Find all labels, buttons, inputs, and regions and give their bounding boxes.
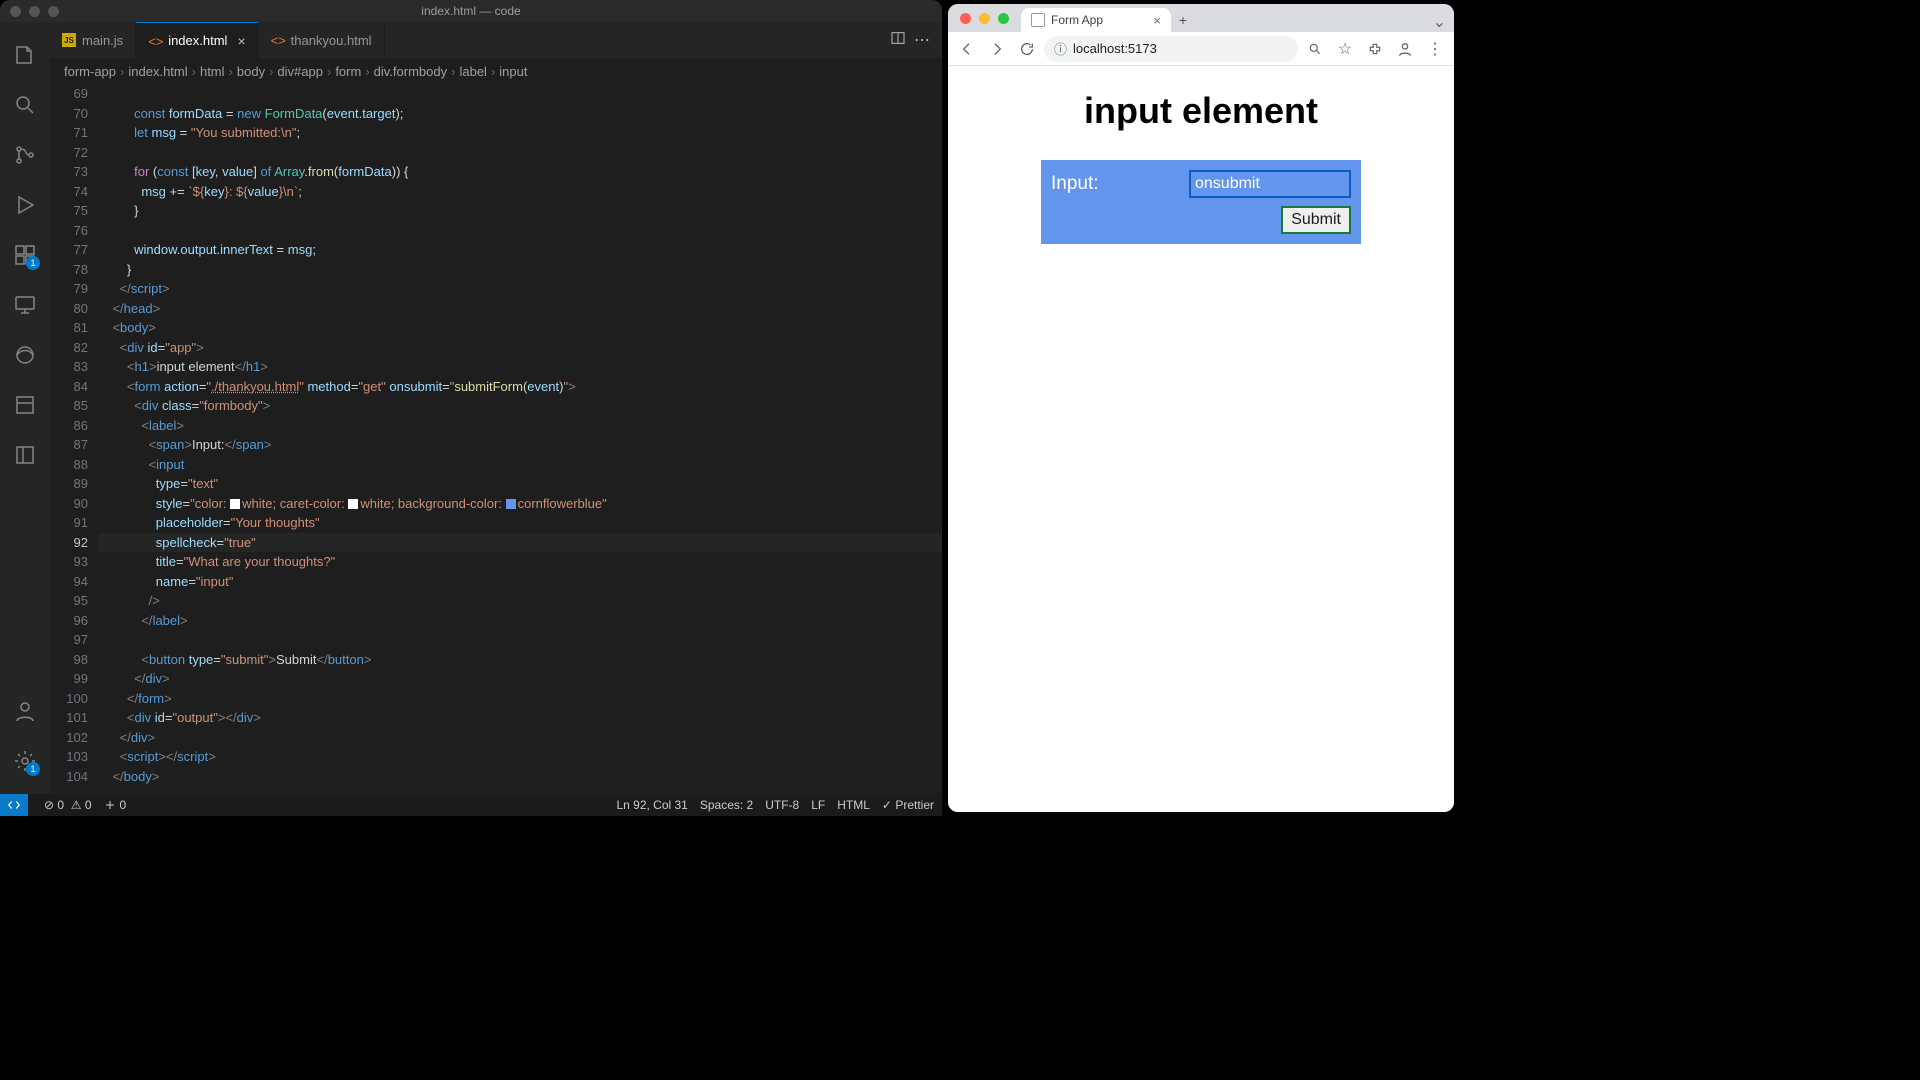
- split-editor-icon[interactable]: [890, 30, 906, 51]
- site-info-icon[interactable]: ⓘ: [1054, 39, 1067, 58]
- zoom-icon[interactable]: [1302, 36, 1328, 62]
- menu-kebab-icon[interactable]: ⋮: [1422, 36, 1448, 62]
- back-button[interactable]: [954, 36, 980, 62]
- status-bar: ⊘ 0 ⚠ 0 0 Ln 92, Col 31 Spaces: 2 UTF-8 …: [0, 794, 942, 816]
- editor-tab-indexhtml[interactable]: <> index.html ×: [136, 22, 258, 58]
- problems-indicator[interactable]: ⊘ 0 ⚠ 0: [44, 798, 92, 812]
- bookmark-star-icon[interactable]: ☆: [1332, 36, 1358, 62]
- code-editor[interactable]: 6970717273747576777879808182838485868788…: [50, 84, 942, 794]
- tab-overflow-icon[interactable]: ⌄: [1433, 12, 1454, 32]
- browser-window: Form App × + ⌄ ⓘ localhost:5173 ☆ ⋮ inpu…: [948, 4, 1454, 812]
- new-tab-button[interactable]: +: [1171, 8, 1195, 32]
- more-actions-icon[interactable]: ⋯: [914, 30, 930, 50]
- page-heading: input element: [1084, 90, 1318, 132]
- accounts-icon[interactable]: [0, 686, 50, 736]
- ports-indicator[interactable]: 0: [104, 798, 127, 812]
- address-bar[interactable]: ⓘ localhost:5173: [1044, 36, 1298, 62]
- extensions-icon[interactable]: 1: [0, 230, 50, 280]
- input-label: Input:: [1051, 173, 1099, 195]
- window-traffic-lights[interactable]: [10, 6, 59, 17]
- window-title: index.html — code: [421, 4, 520, 18]
- remote-explorer-icon[interactable]: [0, 280, 50, 330]
- formatter-status[interactable]: ✓ Prettier: [882, 798, 934, 812]
- source-control-icon[interactable]: [0, 130, 50, 180]
- editor-tab-thankyouhtml[interactable]: <> thankyou.html: [259, 22, 385, 58]
- tab-close-icon[interactable]: ×: [237, 33, 245, 49]
- form-container: Input: Submit: [1041, 160, 1361, 244]
- breadcrumb[interactable]: form-app›index.html›html›body›div#app›fo…: [50, 58, 942, 84]
- extra-panel-icon[interactable]: [0, 380, 50, 430]
- eol-status[interactable]: LF: [811, 798, 825, 812]
- encoding-status[interactable]: UTF-8: [765, 798, 799, 812]
- forward-button[interactable]: [984, 36, 1010, 62]
- extensions-puzzle-icon[interactable]: [1362, 36, 1388, 62]
- language-status[interactable]: HTML: [837, 798, 870, 812]
- tab-label: index.html: [168, 33, 227, 48]
- js-icon: JS: [62, 33, 76, 47]
- tab-favicon-icon: [1031, 13, 1045, 27]
- settings-badge: 1: [26, 762, 40, 776]
- search-icon[interactable]: [0, 80, 50, 130]
- extra-panel2-icon[interactable]: [0, 430, 50, 480]
- html-icon: <>: [148, 34, 162, 48]
- indent-status[interactable]: Spaces: 2: [700, 798, 753, 812]
- remote-button[interactable]: [0, 794, 28, 816]
- page-content: input element Input: Submit: [948, 66, 1454, 812]
- reload-button[interactable]: [1014, 36, 1040, 62]
- tab-close-icon[interactable]: ×: [1153, 13, 1161, 28]
- submit-button[interactable]: Submit: [1281, 206, 1351, 234]
- url-text: localhost:5173: [1073, 41, 1157, 56]
- edge-tools-icon[interactable]: [0, 330, 50, 380]
- extensions-badge: 1: [26, 256, 40, 270]
- editor-tab-mainjs[interactable]: JS main.js: [50, 22, 136, 58]
- run-debug-icon[interactable]: [0, 180, 50, 230]
- browser-tab[interactable]: Form App ×: [1021, 8, 1171, 32]
- vscode-window: index.html — code 1 1 JS main.js: [0, 0, 942, 816]
- cursor-position[interactable]: Ln 92, Col 31: [616, 798, 687, 812]
- explorer-icon[interactable]: [0, 30, 50, 80]
- thoughts-input[interactable]: [1189, 170, 1351, 198]
- window-traffic-lights[interactable]: [948, 4, 1021, 32]
- profile-avatar-icon[interactable]: [1392, 36, 1418, 62]
- settings-gear-icon[interactable]: 1: [0, 736, 50, 786]
- tab-label: main.js: [82, 33, 123, 48]
- html-icon: <>: [271, 33, 285, 47]
- activity-bar: 1 1: [0, 22, 50, 794]
- tab-title: Form App: [1051, 13, 1103, 27]
- vscode-titlebar: index.html — code: [0, 0, 942, 22]
- tab-label: thankyou.html: [291, 33, 372, 48]
